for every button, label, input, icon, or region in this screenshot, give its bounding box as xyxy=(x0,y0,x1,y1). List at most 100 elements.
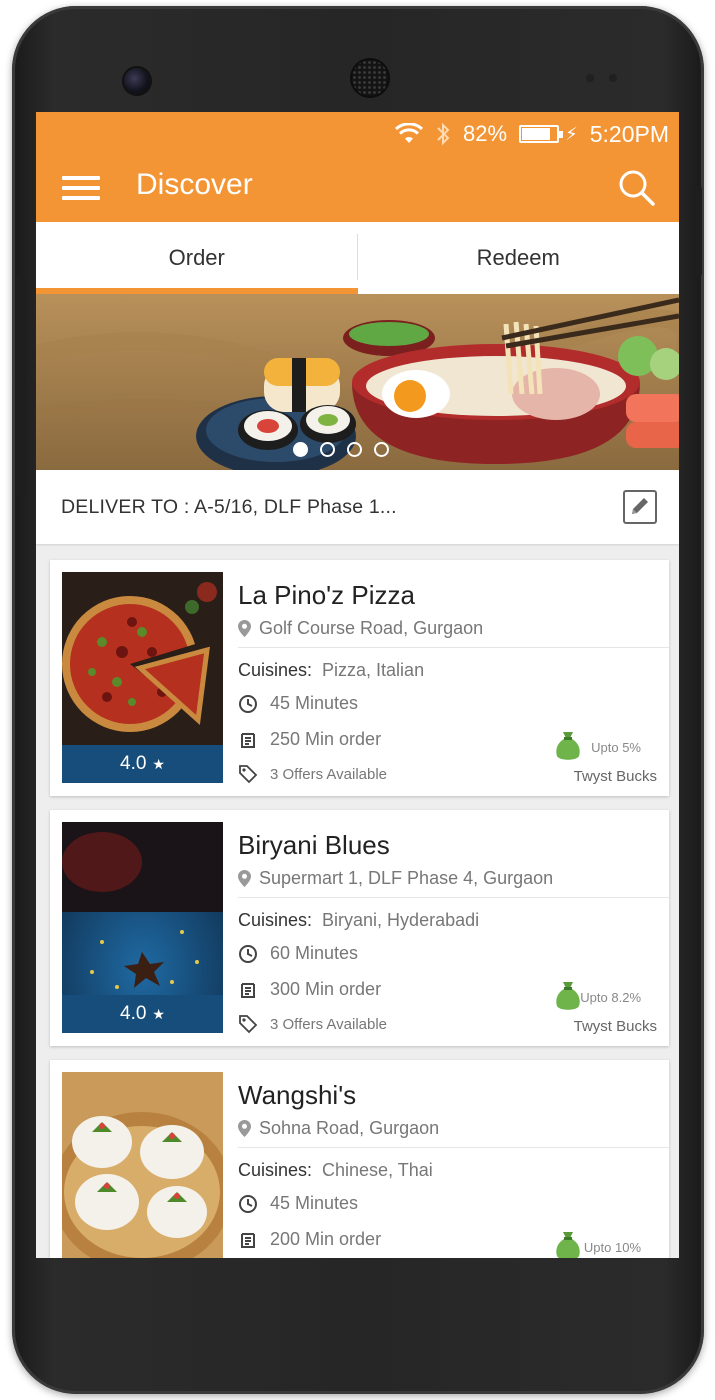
cuisines-row: Cuisines: Biryani, Hyderabadi xyxy=(238,910,479,931)
money-bag-icon xyxy=(556,732,580,760)
receipt-icon xyxy=(241,982,255,998)
tab-order[interactable]: Order xyxy=(36,222,358,294)
min-order: 200 Min order xyxy=(270,1229,382,1249)
earpiece-speaker xyxy=(352,60,388,96)
delivery-time-row: 45 Minutes xyxy=(238,1193,358,1214)
promo-banner[interactable] xyxy=(36,294,679,470)
star-icon: ★ xyxy=(152,1005,165,1022)
carousel-dot[interactable] xyxy=(346,442,362,457)
divider xyxy=(238,1147,669,1148)
money-bag-icon xyxy=(556,1232,580,1258)
receipt-icon xyxy=(241,1232,255,1248)
tab-redeem-label: Redeem xyxy=(476,245,560,270)
status-time: 5:20PM xyxy=(589,120,669,147)
search-button[interactable] xyxy=(617,168,657,208)
location-text: Sohna Road, Gurgaon xyxy=(259,1118,440,1138)
tab-bar: Order Redeem xyxy=(36,222,679,294)
bluetooth-icon xyxy=(435,122,451,146)
receipt-icon xyxy=(241,732,255,748)
delivery-time-row: 45 Minutes xyxy=(238,693,358,714)
min-order: 250 Min order xyxy=(270,729,382,749)
restaurant-location: Supermart 1, DLF Phase 4, Gurgaon xyxy=(238,868,553,889)
carousel-dot[interactable] xyxy=(292,442,308,457)
carousel-dot[interactable] xyxy=(319,442,335,457)
restaurant-location: Sohna Road, Gurgaon xyxy=(238,1118,439,1139)
rating-value: 4.0 xyxy=(120,1003,147,1024)
min-order-row: 300 Min order xyxy=(238,979,381,1000)
edit-address-button[interactable] xyxy=(623,490,657,524)
delivery-time-row: 60 Minutes xyxy=(238,943,358,964)
offers-row[interactable]: 3 Offers Available xyxy=(238,764,387,784)
delivery-time: 45 Minutes xyxy=(270,1193,359,1213)
min-order: 300 Min order xyxy=(270,979,382,999)
restaurant-image xyxy=(62,1072,223,1258)
app-bar: 82% ⚡ 5:20PM Discover xyxy=(36,112,679,222)
delivery-address-bar[interactable]: DELIVER TO : A-5/16, DLF Phase 1... xyxy=(36,470,679,544)
clock-icon xyxy=(239,1194,257,1213)
restaurant-card[interactable]: 4.0 ★ Biryani Blues Supermart 1, DLF Pha… xyxy=(50,810,669,1046)
bucks-percent: Upto 5% xyxy=(591,740,641,755)
page-title: Discover xyxy=(136,168,253,201)
restaurant-card[interactable]: 4.0 ★ La Pino'z Pizza Golf Course Road, … xyxy=(50,560,669,796)
tab-redeem[interactable]: Redeem xyxy=(358,222,680,294)
min-order-row: 200 Min order xyxy=(238,1229,381,1250)
cuisines-row: Cuisines: Chinese, Thai xyxy=(238,1160,433,1181)
battery-percent: 82% xyxy=(463,121,508,146)
rating-badge: 4.0 ★ xyxy=(62,745,223,783)
charging-icon: ⚡ xyxy=(565,123,578,144)
restaurant-location: Golf Course Road, Gurgaon xyxy=(238,618,483,639)
tab-order-label: Order xyxy=(168,245,225,270)
cuisines-label: Cuisines: xyxy=(238,910,313,930)
restaurant-card[interactable]: Wangshi's Sohna Road, Gurgaon Cuisines: … xyxy=(50,1060,669,1258)
power-button xyxy=(692,186,702,276)
money-bag-icon xyxy=(556,982,580,1010)
rating-value: 4.0 xyxy=(120,753,147,774)
restaurant-name: Wangshi's xyxy=(238,1080,357,1110)
cuisines-value: Chinese, Thai xyxy=(322,1160,433,1180)
cuisines-label: Cuisines: xyxy=(238,660,313,680)
location-text: Golf Course Road, Gurgaon xyxy=(259,618,484,638)
offers-text: 3 Offers Available xyxy=(270,765,388,783)
location-pin-icon xyxy=(238,620,251,637)
carousel-dots xyxy=(36,442,679,457)
menu-button[interactable] xyxy=(62,174,100,202)
restaurant-image: 4.0 ★ xyxy=(62,822,223,1033)
bucks-label: Twyst Bucks xyxy=(573,1018,657,1035)
pencil-icon xyxy=(632,498,648,514)
star-icon: ★ xyxy=(152,755,165,772)
location-text: Supermart 1, DLF Phase 4, Gurgaon xyxy=(259,868,554,888)
app-screen: 82% ⚡ 5:20PM Discover Order Redeem DELIV… xyxy=(36,112,679,1258)
divider xyxy=(238,897,669,898)
wifi-icon xyxy=(395,123,424,145)
restaurant-name: Biryani Blues xyxy=(238,830,390,860)
cuisines-value: Biryani, Hyderabadi xyxy=(322,910,480,930)
carousel-dot[interactable] xyxy=(373,442,389,457)
offers-text: 3 Offers Available xyxy=(270,1015,388,1033)
restaurant-name: La Pino'z Pizza xyxy=(238,580,415,610)
bucks-percent: Upto 10% xyxy=(583,1240,641,1255)
tag-icon xyxy=(239,1015,258,1034)
dimsum-photo xyxy=(62,1072,223,1258)
clock-icon xyxy=(239,694,257,713)
cuisines-label: Cuisines: xyxy=(238,1160,313,1180)
light-sensor xyxy=(609,74,617,82)
min-order-row: 250 Min order xyxy=(238,729,381,750)
divider xyxy=(238,647,669,648)
bucks-percent: Upto 8.2% xyxy=(580,990,641,1005)
location-pin-icon xyxy=(238,1120,251,1137)
rating-badge: 4.0 ★ xyxy=(62,995,223,1033)
cuisines-row: Cuisines: Pizza, Italian xyxy=(238,660,424,681)
volume-button xyxy=(16,276,26,496)
delivery-time: 60 Minutes xyxy=(270,943,359,963)
proximity-sensor xyxy=(586,74,594,82)
search-icon xyxy=(619,170,655,206)
cuisines-value: Pizza, Italian xyxy=(322,660,425,680)
restaurant-image: 4.0 ★ xyxy=(62,572,223,783)
clock-icon xyxy=(239,944,257,963)
location-pin-icon xyxy=(238,870,251,887)
tag-icon xyxy=(239,765,258,784)
delivery-address: DELIVER TO : A-5/16, DLF Phase 1... xyxy=(61,495,397,518)
offers-row[interactable]: 3 Offers Available xyxy=(238,1014,387,1034)
bucks-label: Twyst Bucks xyxy=(573,768,657,785)
battery-icon: ⚡ xyxy=(519,124,578,145)
